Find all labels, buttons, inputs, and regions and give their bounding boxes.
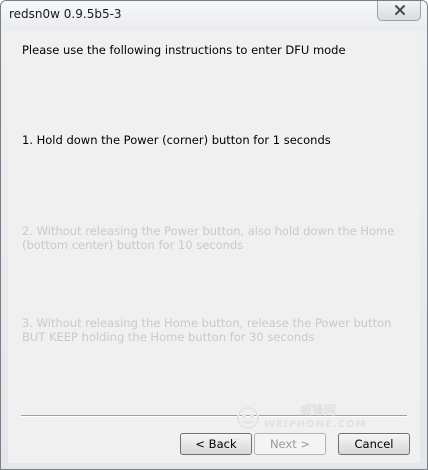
weiphone-logo-icon	[237, 407, 259, 429]
wizard-window: redsn0w 0.9.5b5-3 Please use the followi…	[0, 0, 428, 470]
title-bar[interactable]: redsn0w 0.9.5b5-3	[1, 1, 427, 31]
next-button[interactable]: Next >	[254, 433, 326, 455]
wizard-content: Please use the following instructions to…	[8, 31, 420, 463]
close-icon	[395, 5, 405, 15]
back-button[interactable]: < Back	[180, 433, 252, 455]
watermark: 威锋网 WEIPHONE.COM	[230, 399, 390, 435]
cancel-button[interactable]: Cancel	[338, 433, 410, 455]
close-button[interactable]	[377, 1, 421, 21]
step-2-instruction: 2. Without releasing the Power button, a…	[22, 224, 395, 252]
instructions-heading: Please use the following instructions to…	[22, 43, 346, 57]
step-3-instruction: 3. Without releasing the Home button, re…	[22, 316, 392, 344]
watermark-en-text: WEIPHONE.COM	[264, 419, 367, 430]
step-1-instruction: 1. Hold down the Power (corner) button f…	[22, 133, 331, 147]
watermark-cn-text: 威锋网	[300, 403, 337, 417]
window-title: redsn0w 0.9.5b5-3	[9, 7, 122, 21]
